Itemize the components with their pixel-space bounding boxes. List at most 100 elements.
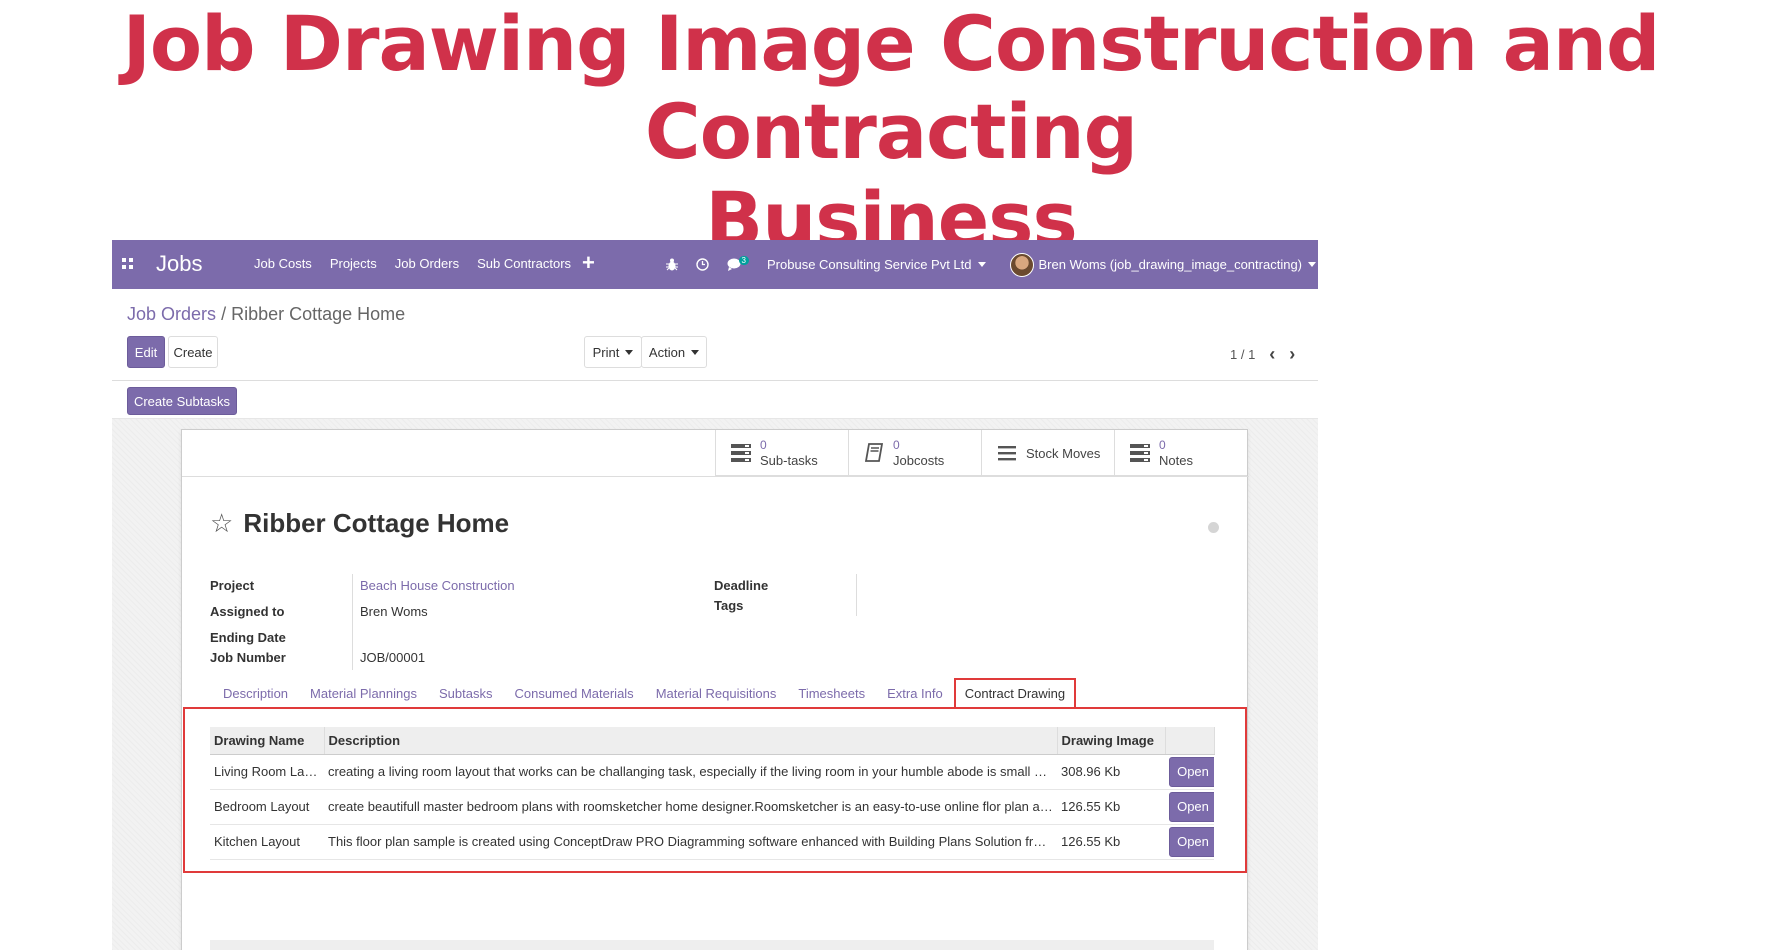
caret-down-icon xyxy=(625,349,634,355)
breadcrumb-current: Ribber Cottage Home xyxy=(231,304,406,324)
page: Job Drawing Image Construction and Contr… xyxy=(0,0,1782,950)
edit-button[interactable]: Edit xyxy=(127,336,165,368)
table-row[interactable]: Bedroom Layout create beautifull master … xyxy=(210,789,1214,825)
menu-job-orders[interactable]: Job Orders xyxy=(395,256,459,271)
notes-count: 0 xyxy=(1159,438,1166,452)
print-dropdown[interactable]: Print xyxy=(584,336,642,368)
tab-timesheets[interactable]: Timesheets xyxy=(787,678,876,709)
apps-grid-icon[interactable] xyxy=(122,258,133,269)
project-value[interactable]: Beach House Construction xyxy=(360,578,515,593)
company-switcher[interactable]: Probuse Consulting Service Pvt Ltd xyxy=(767,257,986,272)
jobcosts-smart-button[interactable]: 0 Jobcosts xyxy=(848,430,981,476)
drawing-description: creating a living room layout that works… xyxy=(324,754,1057,790)
tasks-icon xyxy=(730,443,752,463)
jobcosts-count: 0 xyxy=(893,438,900,452)
pager-value[interactable]: 1 / 1 xyxy=(1230,347,1255,362)
app-name[interactable]: Jobs xyxy=(156,251,202,277)
drawing-size: 308.96 Kb xyxy=(1057,754,1165,790)
table-row[interactable]: Living Room Layout creating a living roo… xyxy=(210,754,1214,790)
drawing-name: Kitchen Layout xyxy=(210,824,324,860)
tab-material-plannings[interactable]: Material Plannings xyxy=(299,678,428,709)
tab-description[interactable]: Description xyxy=(212,678,299,709)
open-cell: Open xyxy=(1165,824,1214,860)
drawing-name: Bedroom Layout xyxy=(210,789,324,825)
tab-subtasks[interactable]: Subtasks xyxy=(428,678,503,709)
divider xyxy=(352,574,353,670)
column-header[interactable]: Drawing Image xyxy=(1057,727,1166,755)
chat-icon[interactable]: 3 xyxy=(727,256,749,271)
chevron-left-icon[interactable]: ‹ xyxy=(1269,344,1275,365)
caret-down-icon xyxy=(977,262,986,267)
column-header xyxy=(1165,727,1215,755)
navbar-right: 3 Probuse Consulting Service Pvt Ltd Bre… xyxy=(665,240,1318,289)
user-name: Bren Woms (job_drawing_image_contracting… xyxy=(1038,257,1303,272)
tab-material-requisitions[interactable]: Material Requisitions xyxy=(645,678,788,709)
breadcrumb: Job Orders / Ribber Cottage Home xyxy=(127,304,405,325)
breadcrumb-separator: / xyxy=(221,304,227,324)
drawing-size: 126.55 Kb xyxy=(1057,789,1165,825)
status-dot[interactable] xyxy=(1208,522,1219,533)
main-menu: Job Costs Projects Job Orders Sub Contra… xyxy=(254,256,589,271)
column-header[interactable]: Drawing Name xyxy=(210,727,325,755)
menu-sub-contractors[interactable]: Sub Contractors xyxy=(477,256,571,271)
drawings-table: Drawing Name Description Drawing Image L… xyxy=(210,727,1215,860)
create-subtasks-button[interactable]: Create Subtasks xyxy=(127,387,237,415)
table-row[interactable]: Kitchen Layout This floor plan sample is… xyxy=(210,824,1214,860)
ending-date-label: Ending Date xyxy=(210,630,286,645)
open-button[interactable]: Open xyxy=(1169,756,1214,787)
smart-button-box: 0 Sub-tasks 0 Jobcosts Stock Moves 0 Not… xyxy=(715,430,1247,476)
divider xyxy=(182,476,1249,477)
notes-smart-button[interactable]: 0 Notes xyxy=(1114,430,1247,476)
open-button[interactable]: Open xyxy=(1169,826,1214,857)
tab-extra-info[interactable]: Extra Info xyxy=(876,678,954,709)
hero-title-line1: Job Drawing Image Construction and Contr… xyxy=(122,0,1661,176)
user-menu[interactable]: Bren Woms (job_drawing_image_contracting… xyxy=(1009,252,1316,277)
stock-moves-smart-button[interactable]: Stock Moves xyxy=(981,430,1114,476)
record-name: Ribber Cottage Home xyxy=(243,508,510,538)
chevron-right-icon[interactable]: › xyxy=(1289,344,1295,365)
drawing-size: 126.55 Kb xyxy=(1057,824,1165,860)
subtasks-smart-button[interactable]: 0 Sub-tasks xyxy=(715,430,848,476)
plus-icon[interactable]: + xyxy=(582,250,595,276)
create-button[interactable]: Create xyxy=(168,336,218,368)
star-icon[interactable]: ☆ xyxy=(210,508,233,539)
bug-icon[interactable] xyxy=(665,258,678,271)
subtasks-count: 0 xyxy=(760,438,767,452)
project-label: Project xyxy=(210,578,255,593)
job-number-value: JOB/00001 xyxy=(360,650,426,665)
jobcosts-label: Jobcosts xyxy=(893,453,945,468)
form-sheet: 0 Sub-tasks 0 Jobcosts Stock Moves 0 Not… xyxy=(181,429,1249,950)
divider xyxy=(112,380,1318,381)
table-header-row: Drawing Name Description Drawing Image xyxy=(210,727,1215,755)
subtasks-label: Sub-tasks xyxy=(760,453,818,468)
assigned-value: Bren Woms xyxy=(360,604,428,619)
action-dropdown[interactable]: Action xyxy=(641,336,707,368)
column-header[interactable]: Description xyxy=(324,727,1058,755)
open-cell: Open xyxy=(1165,754,1214,790)
notebook-tabs: Description Material Plannings Subtasks … xyxy=(212,678,1077,709)
menu-job-costs[interactable]: Job Costs xyxy=(254,256,312,271)
action-label: Action xyxy=(648,344,686,360)
breadcrumb-parent[interactable]: Job Orders xyxy=(127,304,216,324)
tab-contract-drawing[interactable]: Contract Drawing xyxy=(953,678,1077,709)
tab-consumed-materials[interactable]: Consumed Materials xyxy=(503,678,644,709)
deadline-label: Deadline xyxy=(714,578,769,593)
stock-moves-label: Stock Moves xyxy=(1026,445,1101,461)
company-name: Probuse Consulting Service Pvt Ltd xyxy=(767,257,972,272)
pager: 1 / 1 ‹ › xyxy=(1230,344,1295,365)
hero-title: Job Drawing Image Construction and Contr… xyxy=(0,0,1782,264)
drawing-description: create beautifull master bedroom plans w… xyxy=(324,789,1057,825)
table-footer xyxy=(210,940,1214,950)
assigned-label: Assigned to xyxy=(210,604,285,619)
app-screenshot: Jobs Job Costs Projects Job Orders Sub C… xyxy=(112,240,1318,950)
open-button[interactable]: Open xyxy=(1169,791,1214,822)
open-cell: Open xyxy=(1165,789,1214,825)
notes-label: Notes xyxy=(1159,453,1193,468)
bars-icon xyxy=(996,443,1018,463)
drawing-name: Living Room Layout xyxy=(210,754,324,790)
tasks-icon xyxy=(1129,443,1151,463)
caret-down-icon xyxy=(691,349,700,355)
book-icon xyxy=(863,443,885,463)
menu-projects[interactable]: Projects xyxy=(330,256,377,271)
clock-icon[interactable] xyxy=(695,258,709,271)
